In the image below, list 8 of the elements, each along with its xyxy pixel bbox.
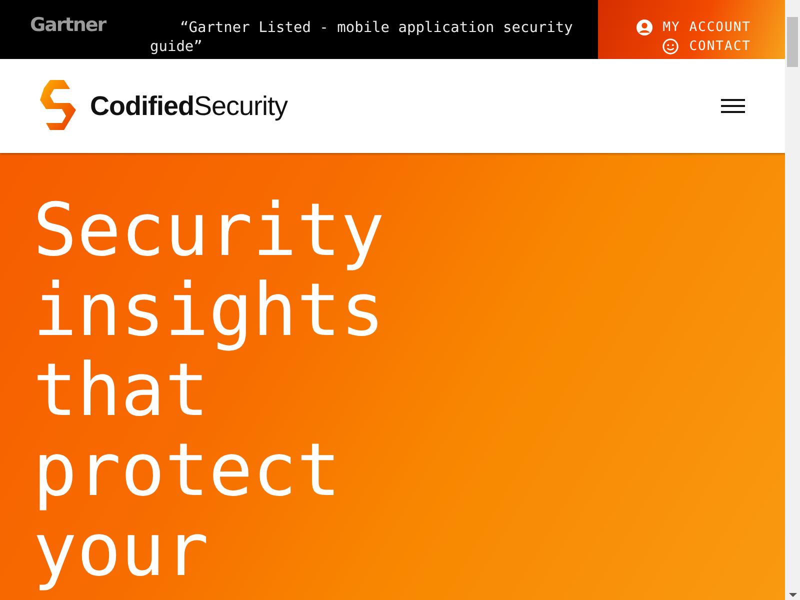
menu-button[interactable] bbox=[721, 99, 745, 113]
account-link[interactable]: MY ACCOUNT bbox=[636, 19, 751, 36]
brand-logo[interactable]: Gartner bbox=[0, 0, 150, 38]
smiley-icon bbox=[662, 38, 680, 55]
announcement-link[interactable]: “Gartner Listed - mobile application security guide” bbox=[150, 19, 590, 57]
logo-wordmark[interactable]: CodifiedSecurity bbox=[90, 90, 288, 122]
user-icon bbox=[636, 19, 653, 36]
hero-heading: Security insights that protect your bbox=[33, 191, 386, 591]
